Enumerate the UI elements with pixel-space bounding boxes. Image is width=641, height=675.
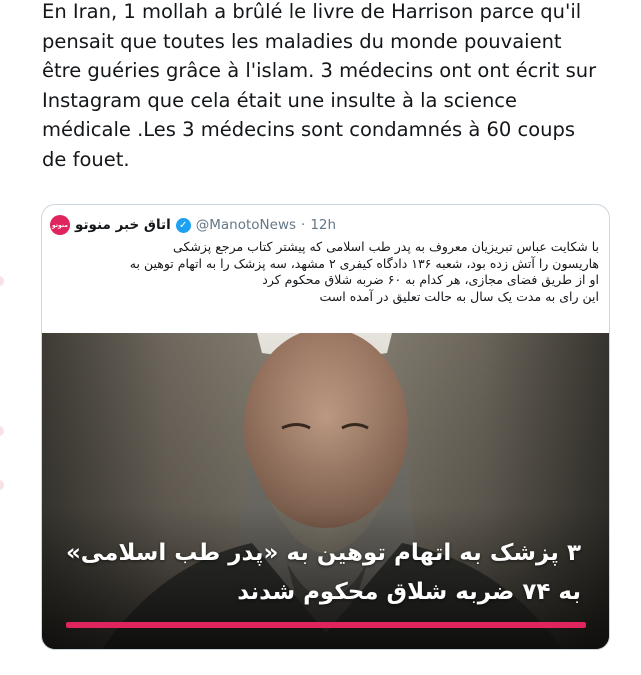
side-dot — [0, 276, 4, 286]
quoted-tweet-card[interactable]: منوتو اتاق خبر منوتو ✓ @ManotoNews · 12h… — [41, 204, 610, 650]
user-handle[interactable]: @ManotoNews — [196, 217, 296, 233]
body-line: هاریسون را آتش زده بود، شعبه ۱۳۶ دادگاه … — [129, 255, 599, 271]
quoted-tweet-body: با شکایت عباس تبریزیان معروف به پدر طب ا… — [51, 239, 599, 305]
body-line: این رای به مدت یک سال به حالت تعلیق در آ… — [319, 288, 599, 304]
image-caption-line: به ۷۴ ضربه شلاق محکوم شدند — [237, 579, 581, 605]
side-dot — [0, 480, 4, 490]
display-name[interactable]: اتاق خبر منوتو — [75, 217, 171, 233]
body-line: با شکایت عباس تبریزیان معروف به پدر طب ا… — [173, 239, 599, 254]
avatar[interactable]: منوتو — [50, 215, 70, 235]
timestamp[interactable]: 12h — [310, 217, 336, 233]
quoted-tweet-header: منوتو اتاق خبر منوتو ✓ @ManotoNews · 12h — [50, 214, 336, 236]
body-line: او از طریق فضای مجازی، هر کدام به ۶۰ ضرب… — [262, 272, 599, 287]
caption-accent-bar — [66, 622, 586, 628]
verified-icon: ✓ — [175, 217, 191, 233]
tweet-text: En Iran, 1 mollah a brûlé le livre de Ha… — [42, 0, 597, 171]
avatar-label: منوتو — [52, 221, 68, 229]
image-caption-line: ۳ پزشک به اتهام توهین به «پدر طب اسلامی» — [65, 540, 581, 566]
separator-dot: · — [301, 217, 306, 233]
news-photo[interactable]: ۳ پزشک به اتهام توهین به «پدر طب اسلامی»… — [42, 333, 609, 649]
side-dot — [0, 426, 4, 436]
